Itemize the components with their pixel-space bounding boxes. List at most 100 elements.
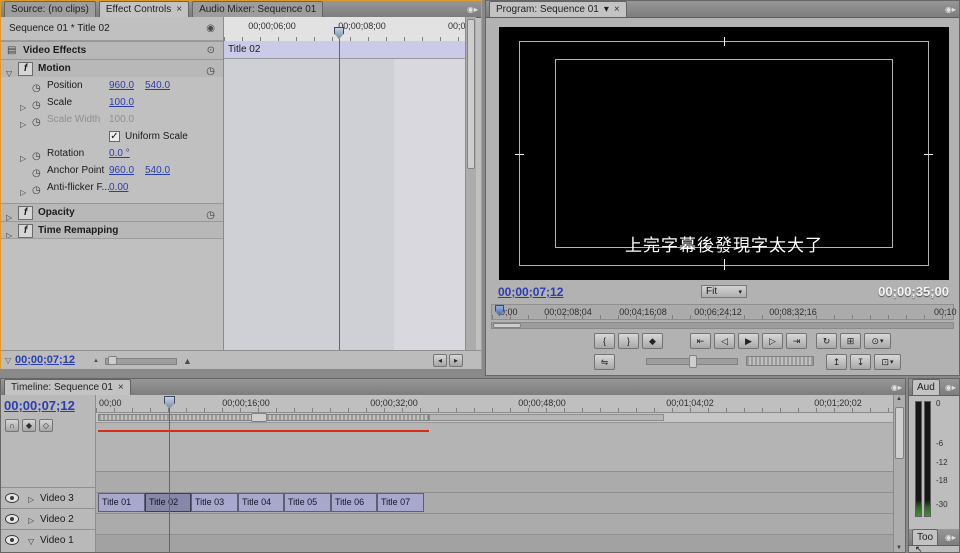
- track-lane-video1[interactable]: [96, 513, 893, 535]
- tab-audio-meters[interactable]: Aud: [912, 379, 940, 395]
- twirl-open-icon[interactable]: ▽: [6, 65, 12, 77]
- program-zoom-scrollbar[interactable]: [491, 322, 954, 329]
- zoom-out-icon[interactable]: ▲: [93, 352, 99, 369]
- twirl-closed-icon[interactable]: ▷: [20, 184, 26, 196]
- timeline-clip[interactable]: Title 04: [238, 493, 284, 512]
- effect-controls-timecode[interactable]: 00;00;07;12: [15, 351, 75, 369]
- set-sequence-marker-icon[interactable]: ◇: [39, 419, 53, 432]
- scroll-left-icon[interactable]: ◂: [433, 354, 447, 367]
- step-back-button[interactable]: ◁: [714, 333, 735, 349]
- zoom-slider[interactable]: [105, 358, 177, 365]
- effect-enable-fx-icon[interactable]: f: [18, 224, 33, 238]
- toggle-track-output-icon[interactable]: [5, 535, 19, 545]
- lift-button[interactable]: ↥: [826, 354, 847, 370]
- toggle-track-output-icon[interactable]: [5, 493, 19, 503]
- track-header-video3[interactable]: ▷ Video 3: [1, 487, 96, 509]
- shuttle-slider[interactable]: [646, 358, 738, 365]
- panel-menu-icon[interactable]: ◉▸: [464, 5, 481, 14]
- param-value[interactable]: 100.0: [109, 94, 134, 111]
- scroll-down-icon[interactable]: ▼: [896, 545, 902, 551]
- extract-button[interactable]: ↧: [850, 354, 871, 370]
- output-button[interactable]: ⊙▾: [864, 333, 891, 349]
- go-to-in-button[interactable]: ⇤: [690, 333, 711, 349]
- twirl-open-icon[interactable]: ▽: [28, 537, 34, 546]
- param-value[interactable]: 0.0 °: [109, 145, 130, 162]
- timeline-clip[interactable]: Title 03: [191, 493, 238, 512]
- set-out-point-button[interactable]: }: [618, 333, 639, 349]
- tab-effect-controls[interactable]: Effect Controls×: [99, 1, 189, 17]
- set-in-point-button[interactable]: {: [594, 333, 615, 349]
- set-encore-marker-icon[interactable]: ◆: [22, 419, 36, 432]
- twirl-closed-icon[interactable]: ▷: [20, 99, 26, 111]
- twirl-closed-icon[interactable]: ▷: [6, 227, 12, 239]
- effect-controls-timeline[interactable]: 00;00;06;00 00;00;08;00 00;0 Title 02: [223, 17, 466, 350]
- zoom-level-select[interactable]: Fit ▾: [701, 285, 747, 298]
- program-current-timecode[interactable]: 00;00;07;12: [498, 285, 563, 299]
- scrollbar-thumb[interactable]: [895, 407, 904, 459]
- show-timeline-view-icon[interactable]: ◉: [206, 17, 215, 41]
- twirl-closed-icon[interactable]: ▷: [28, 495, 34, 504]
- timeline-scrollbar[interactable]: ▲ ▼: [893, 395, 905, 552]
- export-frame-button[interactable]: ⊡▾: [874, 354, 901, 370]
- tab-tools[interactable]: Too: [912, 529, 938, 545]
- add-marker-button[interactable]: ◆: [642, 333, 663, 349]
- safe-margins-button[interactable]: ⊞: [840, 333, 861, 349]
- toggle-animation-icon[interactable]: ◷: [32, 97, 41, 111]
- clip-bar-title-02[interactable]: Title 02: [224, 41, 466, 59]
- work-area-extension[interactable]: [429, 414, 664, 421]
- shuttle-thumb[interactable]: [689, 355, 697, 368]
- play-in-to-out-button[interactable]: ⇋: [594, 354, 615, 370]
- track-lane-video3[interactable]: [96, 471, 893, 493]
- tab-source[interactable]: Source: (no clips): [4, 1, 96, 17]
- selection-tool-icon[interactable]: ↖: [915, 544, 923, 553]
- effect-row-motion[interactable]: ▽ f Motion ◷: [1, 59, 223, 77]
- panel-menu-icon[interactable]: ◉▸: [942, 383, 959, 392]
- panel-menu-icon[interactable]: ◉▸: [888, 383, 905, 392]
- param-value-x[interactable]: 960.0: [109, 162, 134, 179]
- step-forward-button[interactable]: ▷: [762, 333, 783, 349]
- close-icon[interactable]: ×: [176, 3, 182, 16]
- close-icon[interactable]: ×: [118, 381, 124, 394]
- loop-button[interactable]: ↻: [816, 333, 837, 349]
- uniform-scale-checkbox[interactable]: ✓: [109, 131, 120, 142]
- effect-row-time-remapping[interactable]: ▷ f Time Remapping: [1, 221, 223, 239]
- scroll-right-icon[interactable]: ▸: [449, 354, 463, 367]
- work-area-center-handle[interactable]: [251, 413, 267, 422]
- go-to-out-button[interactable]: ⇥: [786, 333, 807, 349]
- marker-menu-icon[interactable]: ▽: [5, 351, 11, 369]
- stopwatch-icon[interactable]: ◷: [206, 207, 215, 221]
- toggle-animation-icon[interactable]: ◷: [32, 80, 41, 94]
- tab-audio-mixer[interactable]: Audio Mixer: Sequence 01: [192, 1, 323, 17]
- zoom-slider-thumb[interactable]: [108, 356, 117, 365]
- twirl-closed-icon[interactable]: ▷: [20, 150, 26, 162]
- effect-row-opacity[interactable]: ▷ f Opacity ◷: [1, 203, 223, 221]
- param-value-y[interactable]: 540.0: [145, 162, 170, 179]
- toggle-track-output-icon[interactable]: [5, 514, 19, 524]
- scrollbar-thumb[interactable]: [467, 19, 475, 169]
- toggle-animation-icon[interactable]: ◷: [32, 165, 41, 179]
- tab-program[interactable]: Program: Sequence 01 ▾ ×: [489, 1, 627, 17]
- timeline-clip[interactable]: Title 06: [331, 493, 377, 512]
- timeline-ruler[interactable]: 00;00 00;00;16;00 00;00;32;00 00;00;48;0…: [96, 395, 893, 413]
- timeline-clip[interactable]: Title 07: [377, 493, 424, 512]
- snap-toggle-icon[interactable]: ∩: [5, 419, 19, 432]
- program-video-area[interactable]: 上完字幕後發現字太大了: [499, 27, 949, 280]
- effect-controls-scrollbar[interactable]: [465, 17, 476, 350]
- mini-ruler[interactable]: 00;00;06;00 00;00;08;00 00;0: [224, 17, 466, 42]
- work-area-track[interactable]: [96, 413, 893, 423]
- tab-timeline[interactable]: Timeline: Sequence 01 ×: [4, 379, 131, 395]
- twirl-closed-icon[interactable]: ▷: [6, 209, 12, 221]
- collapse-section-icon[interactable]: ⊙: [207, 42, 215, 59]
- timeline-clip-selected[interactable]: Title 02: [145, 493, 191, 512]
- param-value-x[interactable]: 960.0: [109, 77, 134, 94]
- close-icon[interactable]: ×: [614, 3, 620, 16]
- panel-menu-icon[interactable]: ◉▸: [942, 533, 959, 542]
- timeline-clip[interactable]: Title 01: [98, 493, 145, 512]
- jog-disk[interactable]: [746, 356, 814, 366]
- play-button[interactable]: ▶: [738, 333, 759, 349]
- scrollbar-thumb[interactable]: [493, 323, 521, 328]
- effect-enable-fx-icon[interactable]: f: [18, 62, 33, 76]
- toggle-animation-icon[interactable]: ◷: [32, 182, 41, 196]
- twirl-closed-icon[interactable]: ▷: [28, 516, 34, 525]
- panel-menu-icon[interactable]: ◉▸: [942, 5, 959, 14]
